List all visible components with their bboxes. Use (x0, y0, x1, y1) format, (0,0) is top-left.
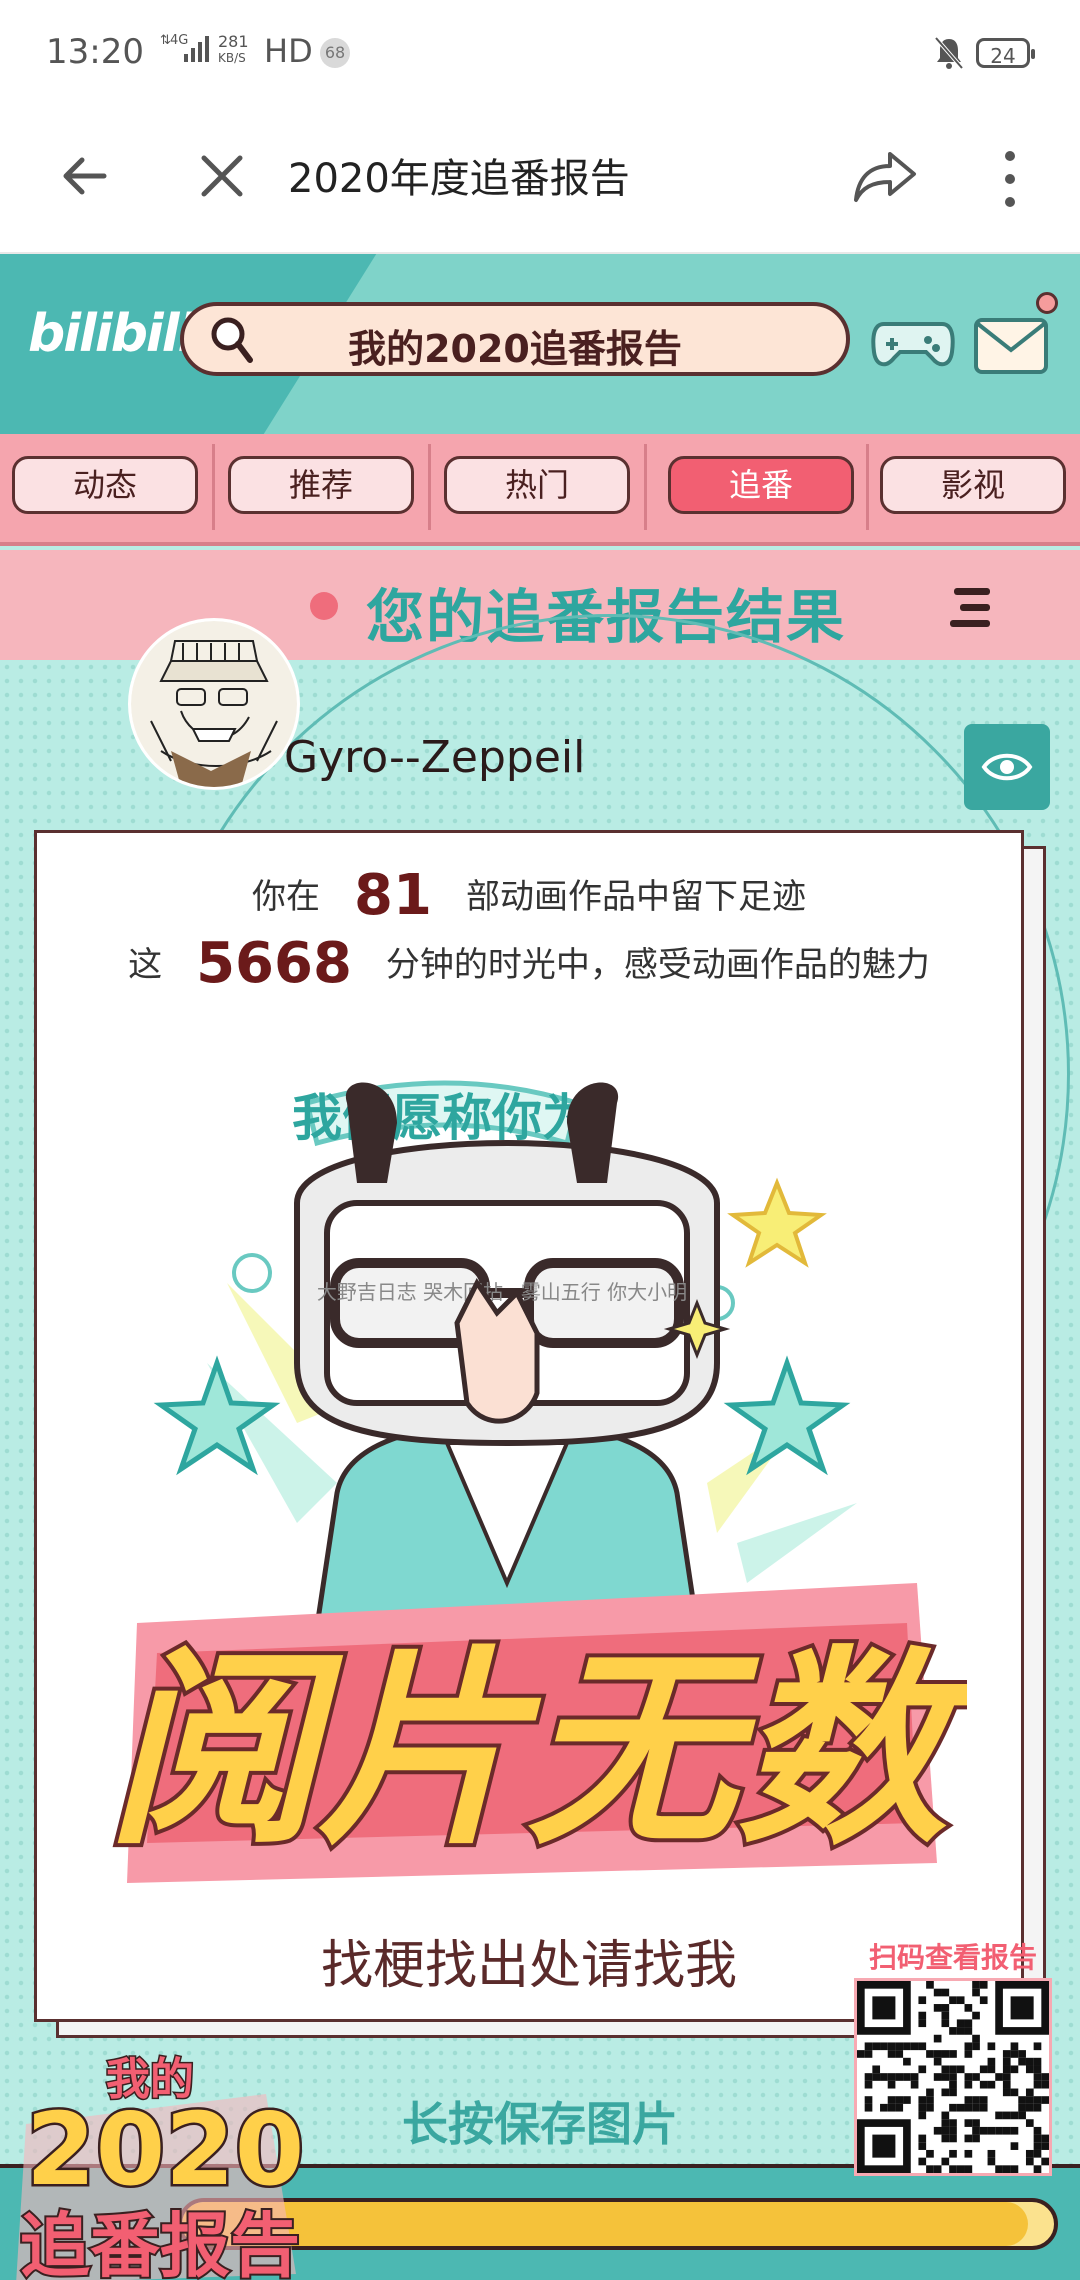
more-options-icon[interactable] (990, 144, 1030, 214)
tab-anime[interactable]: 追番 (668, 456, 854, 514)
stats-text: 部动画作品中留下足迹 (465, 877, 806, 917)
bilibili-header: bilibili 我的2020追番报告 (0, 254, 1080, 434)
qr-code[interactable] (854, 1978, 1052, 2176)
back-arrow-icon[interactable] (56, 146, 116, 206)
mute-bell-icon (934, 36, 964, 70)
speed-value: 281 (218, 32, 249, 51)
search-bar[interactable]: 我的2020追番报告 (180, 302, 850, 376)
hd-indicator: HD (264, 32, 313, 70)
network-speed: 281 KB/S (218, 34, 249, 66)
qr-label: 扫码查看报告 (868, 1941, 1037, 1974)
search-text: 我的2020追番报告 (348, 327, 682, 371)
banner-ribbon: 我们愿称你为 (292, 1080, 592, 1147)
tab-divider (212, 444, 215, 530)
page-title: 2020年度追番报告 (288, 156, 630, 202)
badge-line2: 追番报告 (20, 2205, 300, 2280)
qr-section: 扫码查看报告 (854, 1936, 1052, 2186)
stats-text: 分钟的时光中，感受动画作品的魅力 (385, 945, 930, 985)
notification-dot (1036, 292, 1058, 314)
stats-text: 这 (128, 945, 163, 985)
works-count: 81 (354, 863, 432, 928)
username: Gyro--Zeppeil (284, 732, 586, 783)
star-icon (723, 1355, 851, 1476)
bilibili-logo: bilibili (28, 304, 195, 364)
report-badge: 我的 2020 追番报告 (16, 2053, 306, 2280)
notification-count-badge: 68 (320, 38, 350, 68)
glasses-right-text: 雾山五行 你大小明 (521, 1280, 687, 1304)
mail-icon[interactable] (972, 314, 1050, 376)
report-page: bilibili 我的2020追番报告 动态 推荐 热门 追番 影视 您的追番报… (0, 254, 1080, 2280)
stats-text: 你在 (252, 877, 321, 917)
tab-hot[interactable]: 热门 (444, 456, 630, 514)
signal-icon: ⇅ 4G (160, 33, 209, 62)
stats-line-minutes: 这 5668 分钟的时光中，感受动画作品的魅力 (37, 931, 1021, 996)
avatar (128, 618, 300, 790)
network-indicator: ⇅ 4G (160, 30, 210, 68)
close-icon[interactable] (194, 148, 250, 204)
status-bar: 13:20 ⇅ 4G 281 KB/S HD 68 24 (0, 0, 1080, 110)
eye-icon[interactable] (964, 724, 1050, 810)
speed-unit: KB/S (218, 51, 246, 65)
title-text: 阅片无数 (107, 1628, 967, 1873)
tab-divider (644, 444, 647, 530)
tab-dynamic[interactable]: 动态 (12, 456, 198, 514)
report-card: 你在 81 部动画作品中留下足迹 这 5668 分钟的时光中，感受动画作品的魅力 我们愿… (34, 830, 1024, 2022)
tab-film[interactable]: 影视 (880, 456, 1066, 514)
battery-indicator: 24 (976, 38, 1035, 68)
gamepad-icon[interactable] (870, 312, 956, 376)
tab-divider (866, 444, 869, 530)
progress-fill (182, 2202, 1028, 2246)
minutes-count: 5668 (196, 931, 352, 996)
stats-line-works: 你在 81 部动画作品中留下足迹 (37, 863, 1021, 928)
browser-toolbar: 2020年度追番报告 (0, 110, 1080, 254)
tab-recommend[interactable]: 推荐 (228, 456, 414, 514)
tab-divider (428, 444, 431, 530)
share-icon[interactable] (850, 146, 920, 206)
badge-year: 2020 (26, 2091, 304, 2208)
star-icon (153, 1355, 281, 1476)
menu-icon[interactable] (946, 586, 996, 630)
banner-text: 我们愿称你为 (292, 1089, 592, 1147)
star-icon (727, 1177, 827, 1268)
title-dot (310, 592, 338, 620)
status-time: 13:20 (46, 32, 144, 72)
progress-bar (178, 2198, 1058, 2250)
tab-bar: 动态 推荐 热门 追番 影视 (0, 434, 1080, 546)
title-illustration: 我们愿称你为 大野吉日志 哭木回拈 雾山五行 你大小明 阅片无数 (103, 1080, 967, 1883)
svg-text:4G: 4G (170, 33, 188, 48)
